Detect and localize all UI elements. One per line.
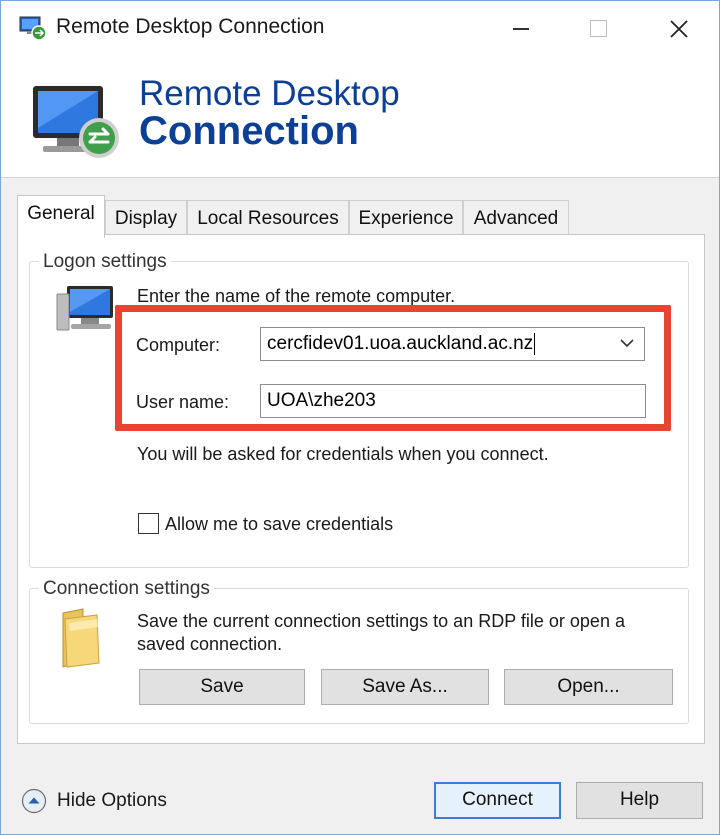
tab-display[interactable]: Display bbox=[105, 200, 187, 236]
maximize-icon bbox=[589, 20, 607, 37]
save-as-button[interactable]: Save As... bbox=[321, 669, 489, 705]
tab-general[interactable]: General bbox=[17, 195, 105, 238]
username-input[interactable]: UOA\zhe203 bbox=[260, 384, 646, 418]
minimize-button[interactable] bbox=[491, 1, 551, 56]
chevron-up-circle-icon[interactable] bbox=[21, 788, 47, 814]
banner-title-line1: Remote Desktop bbox=[139, 74, 400, 113]
chevron-down-icon[interactable] bbox=[618, 334, 636, 352]
header-banner: Remote Desktop Connection bbox=[1, 56, 719, 178]
save-credentials-checkbox[interactable] bbox=[138, 513, 159, 534]
window-title: Remote Desktop Connection bbox=[56, 15, 325, 38]
computer-label: Computer: bbox=[136, 335, 221, 355]
computer-combobox[interactable]: cercfidev01.uoa.auckland.ac.nz bbox=[260, 327, 645, 361]
maximize-button[interactable] bbox=[568, 1, 628, 56]
logon-instruction: Enter the name of the remote computer. bbox=[137, 286, 456, 306]
rdp-window: Remote Desktop Connection Remote Desktop… bbox=[0, 0, 720, 835]
hide-options-label: Hide Options bbox=[57, 790, 167, 811]
hide-options-toggle[interactable]: Hide Options bbox=[21, 787, 167, 815]
connection-description-line1: Save the current connection settings to … bbox=[137, 611, 625, 631]
text-caret bbox=[534, 332, 536, 355]
connect-button[interactable]: Connect bbox=[434, 782, 561, 819]
connection-description-line2: saved connection. bbox=[137, 634, 283, 654]
computer-input-value: cercfidev01.uoa.auckland.ac.nz bbox=[267, 333, 534, 354]
minimize-icon bbox=[513, 27, 529, 30]
save-credentials-label[interactable]: Allow me to save credentials bbox=[165, 514, 393, 535]
close-icon bbox=[670, 19, 688, 38]
open-button[interactable]: Open... bbox=[504, 669, 673, 705]
username-label: User name: bbox=[136, 392, 230, 412]
remote-desktop-monitor-icon bbox=[33, 86, 119, 158]
logon-settings-label: Logon settings bbox=[39, 251, 171, 273]
save-button[interactable]: Save bbox=[139, 669, 305, 705]
connection-settings-label: Connection settings bbox=[39, 578, 214, 600]
folder-icon bbox=[62, 608, 100, 668]
close-button[interactable] bbox=[649, 1, 709, 56]
remote-desktop-app-icon bbox=[19, 16, 47, 41]
computer-icon bbox=[56, 286, 113, 331]
tab-advanced[interactable]: Advanced bbox=[463, 200, 569, 236]
title-bar[interactable]: Remote Desktop Connection bbox=[1, 1, 719, 56]
banner-title-line2: Connection bbox=[139, 109, 359, 153]
tab-experience[interactable]: Experience bbox=[349, 200, 463, 236]
credentials-note: You will be asked for credentials when y… bbox=[137, 444, 549, 464]
tab-local-resources[interactable]: Local Resources bbox=[187, 200, 349, 236]
help-button[interactable]: Help bbox=[576, 782, 703, 819]
